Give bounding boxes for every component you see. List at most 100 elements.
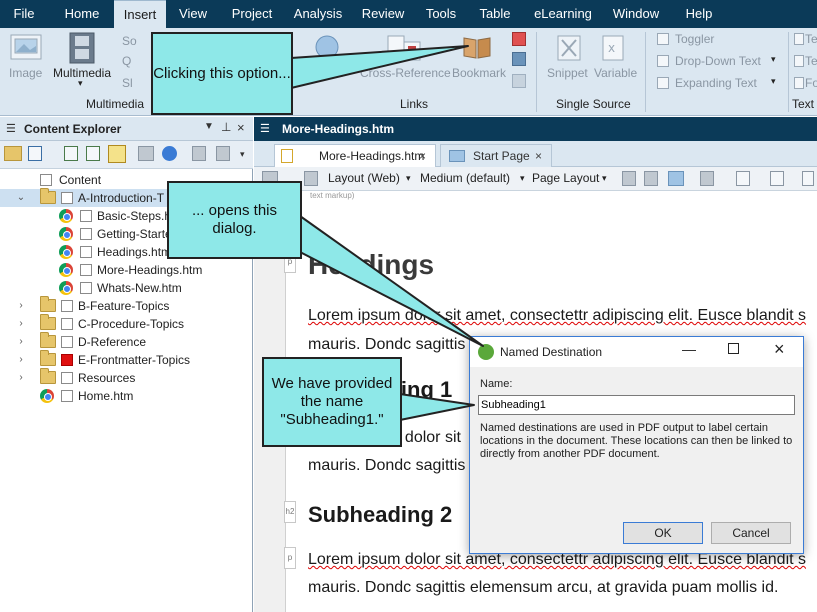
ribbon-partial-so[interactable]: So [122,34,137,48]
close-icon[interactable]: × [774,339,785,360]
tree-item-more-headings[interactable]: More-Headings.htm [0,261,252,279]
film-icon[interactable] [68,32,96,64]
preview-icon[interactable] [622,171,636,186]
copy-icon[interactable] [86,146,100,161]
menu-insert[interactable]: Insert [114,0,166,28]
checkbox[interactable] [80,264,92,276]
chevron-right-icon[interactable]: › [16,333,26,351]
snippet-icon[interactable] [556,34,582,62]
menu-view[interactable]: View [168,0,218,28]
ribbon-partial-te2[interactable]: Te [805,54,817,68]
tree-item-home[interactable]: Home.htm [0,387,252,405]
expanding-text-label[interactable]: Expanding Text [675,76,757,90]
tab-more-headings[interactable]: More-Headings.htm × [274,144,436,167]
gutter-mark-h2[interactable]: h2 [284,501,296,523]
checkbox[interactable] [61,390,73,402]
excel-icon[interactable] [736,171,750,186]
filter-icon[interactable] [216,146,230,161]
grid-view-icon[interactable] [108,145,126,163]
format-icon[interactable] [802,171,814,186]
checkbox[interactable] [61,318,73,330]
sync-icon[interactable] [138,146,154,161]
maximize-icon[interactable] [728,343,739,354]
properties-icon[interactable] [192,146,206,161]
layout-dropdown-arrow-icon[interactable]: ▾ [406,173,411,184]
text-misc-icon[interactable] [794,77,804,89]
pdf-icon[interactable] [512,32,526,46]
checkbox[interactable] [61,372,73,384]
view-toggle-icon[interactable] [28,146,42,161]
pane-menu-dropdown-icon[interactable]: ▼ [204,121,214,132]
text-misc-icon[interactable] [794,55,804,67]
snippet-label[interactable]: Snippet [547,66,588,80]
conditions-icon[interactable] [700,171,714,186]
multimedia-dropdown-icon[interactable]: ▾ [78,78,83,89]
gutter-mark-p[interactable]: p [284,547,296,569]
pane-grip-icon[interactable]: ☰ [260,122,270,135]
minimize-icon[interactable]: — [682,341,696,357]
named-destination-icon[interactable] [512,52,526,66]
chevron-right-icon[interactable]: › [16,369,26,387]
checkbox[interactable] [80,246,92,258]
track-changes-icon[interactable] [644,171,658,186]
checkbox[interactable] [40,174,52,186]
chevron-down-icon[interactable]: ⌄ [16,189,26,207]
paragraph-1-line-1[interactable]: Lorem ipsum dolor sit amet, consectettr … [308,307,806,325]
menu-help[interactable]: Help [676,0,722,28]
open-folder-icon[interactable] [4,146,22,161]
cross-reference-label[interactable]: Cross-Reference [360,66,451,80]
chevron-right-icon[interactable]: › [16,297,26,315]
menu-home[interactable]: Home [54,0,110,28]
paragraph-1-line-2[interactable]: mauris. Dondc sagittis [308,336,465,354]
bookmark-label[interactable]: Bookmark [452,66,506,80]
cancel-button[interactable]: Cancel [711,522,791,544]
toggler-label[interactable]: Toggler [675,32,714,46]
hyperlink-partial-label[interactable]: nk [330,66,343,80]
paragraph-3-line-2[interactable]: mauris. Dondc sagittis elemensum arcu, a… [308,579,778,597]
menu-analysis[interactable]: Analysis [288,0,348,28]
subheading-2[interactable]: Subheading 2 [308,502,452,528]
chevron-right-icon[interactable]: › [16,351,26,369]
text-misc-icon[interactable] [794,33,804,45]
hyperlink-icon[interactable] [314,34,340,60]
ribbon-partial-te1[interactable]: Te [805,32,817,46]
checkbox[interactable] [61,336,73,348]
image-button-label[interactable]: Image [9,66,42,80]
close-tab-icon[interactable]: × [419,145,426,167]
new-topic-icon[interactable] [64,146,78,161]
tree-item-d-reference[interactable]: › D-Reference [0,332,252,351]
layout-dropdown[interactable]: Layout (Web) [328,171,400,185]
dropdown-text-icon[interactable] [657,55,669,67]
tree-item-c-procedure-topics[interactable]: › C-Procedure-Topics [0,314,252,333]
tree-item-b-feature-topics[interactable]: › B-Feature-Topics [0,296,252,315]
toggler-icon[interactable] [657,33,669,45]
medium-dropdown[interactable]: Medium (default) [420,171,510,185]
close-pane-icon[interactable]: × [237,120,245,135]
name-input[interactable] [478,395,795,415]
menu-table[interactable]: Table [470,0,520,28]
image-icon[interactable] [10,34,42,62]
chevron-right-icon[interactable]: › [16,315,26,333]
pane-grip-icon[interactable]: ☰ [6,122,16,135]
heading-1[interactable]: Headings [308,249,434,281]
image-insert-icon[interactable] [668,171,684,186]
bookmark-book-icon[interactable] [462,34,492,60]
font-icon[interactable] [770,171,784,186]
page-layout-dropdown[interactable]: Page Layout [532,171,599,185]
ribbon-partial-sl[interactable]: Sl [122,76,133,90]
tree-item-whats-new[interactable]: Whats-New.htm [0,279,252,297]
menu-tools[interactable]: Tools [416,0,466,28]
ok-button[interactable]: OK [623,522,703,544]
ribbon-partial-fo[interactable]: Fo [805,76,817,90]
variable-label[interactable]: Variable [594,66,637,80]
tag-icon[interactable] [304,171,318,186]
tab-start-page[interactable]: Start Page × [440,144,552,167]
medium-dropdown-arrow-icon[interactable]: ▾ [520,173,525,184]
menu-project[interactable]: Project [222,0,282,28]
dropdown-text-label[interactable]: Drop-Down Text [675,54,761,68]
menu-elearning[interactable]: eLearning [528,0,598,28]
dropdown-text-arrow-icon[interactable]: ▾ [771,54,776,65]
paragraph-2-line-2[interactable]: mauris. Dondc sagittis [308,457,465,475]
toolbar-overflow-icon[interactable]: ▾ [240,149,245,160]
expanding-text-icon[interactable] [657,77,669,89]
